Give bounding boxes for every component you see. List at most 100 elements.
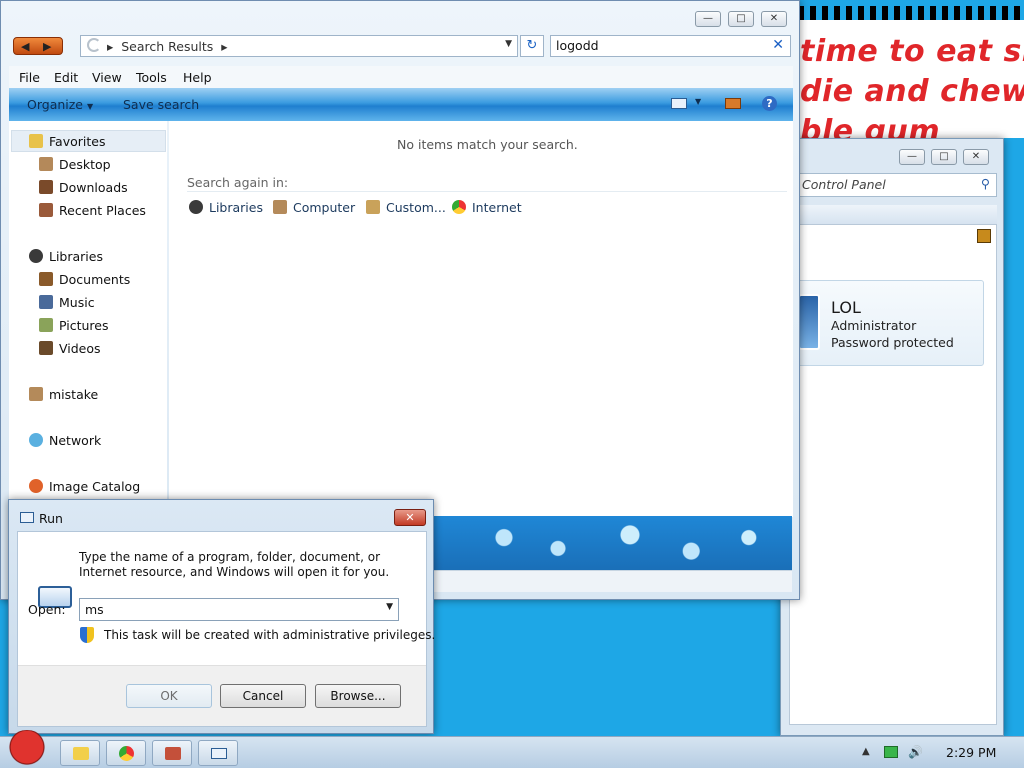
close-button[interactable]: ✕ — [761, 11, 787, 27]
breadcrumb-search-results[interactable]: Search Results — [121, 39, 213, 54]
nav-item-downloads[interactable]: Downloads — [39, 180, 128, 195]
close-button[interactable]: ✕ — [394, 509, 426, 526]
organize-label: Organize — [27, 97, 83, 112]
run-dialog-title: Run — [39, 511, 63, 526]
network-icon — [29, 433, 43, 447]
search-again-custom-label: Custom... — [386, 200, 446, 215]
no-items-message: No items match your search. — [397, 137, 578, 152]
maximize-button[interactable]: □ — [728, 11, 754, 27]
nav-label-videos: Videos — [59, 341, 101, 356]
start-button[interactable] — [4, 730, 50, 768]
folder-icon — [73, 747, 89, 760]
open-combobox[interactable]: ms ▼ — [79, 598, 399, 621]
nav-item-recent-places[interactable]: Recent Places — [39, 203, 146, 218]
minimize-button[interactable]: — — [695, 11, 721, 27]
taskbar-run-button[interactable] — [198, 740, 238, 766]
chevron-down-icon[interactable]: ▼ — [695, 97, 701, 106]
computer-icon — [273, 200, 287, 214]
admin-privileges-note: This task will be created with administr… — [104, 628, 436, 642]
nav-item-pictures[interactable]: Pictures — [39, 318, 109, 333]
nav-item-mistake[interactable]: mistake — [29, 387, 98, 402]
chevron-down-icon: ▼ — [86, 102, 94, 111]
search-again-libraries[interactable]: Libraries — [189, 200, 263, 215]
maximize-button[interactable]: □ — [931, 149, 957, 165]
address-bar[interactable]: ▸ Search Results ▸ ▼ — [80, 35, 518, 57]
nav-label-music: Music — [59, 295, 95, 310]
nav-item-desktop[interactable]: Desktop — [39, 157, 111, 172]
user-role: Administrator — [831, 318, 917, 333]
chrome-icon — [452, 200, 466, 214]
nav-item-network[interactable]: Network — [29, 433, 101, 448]
nav-label-mistake: mistake — [49, 387, 99, 402]
minimize-button[interactable]: — — [899, 149, 925, 165]
search-again-computer[interactable]: Computer — [273, 200, 355, 215]
taskbar-chrome-button[interactable] — [106, 740, 146, 766]
open-input-value[interactable]: ms — [85, 602, 104, 617]
volume-icon[interactable]: 🔊 — [908, 745, 923, 759]
menu-edit[interactable]: Edit — [54, 70, 78, 85]
forward-arrow-icon[interactable]: ▶ — [43, 40, 51, 53]
clock[interactable]: 2:29 PM — [946, 745, 996, 760]
image-catalog-icon — [29, 479, 43, 493]
cancel-button[interactable]: Cancel — [220, 684, 306, 708]
pictures-icon — [39, 318, 53, 332]
nav-item-documents[interactable]: Documents — [39, 272, 130, 287]
menu-file[interactable]: File — [19, 70, 40, 85]
nav-label-desktop: Desktop — [59, 157, 111, 172]
nav-label-favorites: Favorites — [49, 134, 106, 149]
help-icon[interactable]: ? — [762, 96, 777, 111]
breadcrumb[interactable]: ▸ Search Results ▸ — [107, 39, 228, 54]
run-icon — [211, 748, 227, 759]
nav-label-image-catalog: Image Catalog — [49, 479, 141, 494]
run-description: Type the name of a program, folder, docu… — [79, 550, 390, 579]
chevron-down-icon[interactable]: ▼ — [505, 39, 512, 49]
homegroup-icon — [29, 387, 43, 401]
user-password-status: Password protected — [831, 335, 954, 350]
close-icon[interactable]: ✕ — [772, 37, 784, 53]
preview-pane-icon[interactable] — [725, 98, 741, 109]
control-panel-search-placeholder: Control Panel — [802, 177, 886, 192]
custom-folder-icon — [366, 200, 380, 214]
taskbar-app-button[interactable] — [152, 740, 192, 766]
search-again-internet[interactable]: Internet — [452, 200, 522, 215]
organize-button[interactable]: Organize ▼ — [27, 97, 93, 112]
save-search-button[interactable]: Save search — [123, 97, 199, 112]
chevron-down-icon[interactable]: ▼ — [386, 602, 393, 612]
taskbar-explorer-button[interactable] — [60, 740, 100, 766]
back-arrow-icon[interactable]: ◀ — [21, 40, 29, 53]
run-icon — [20, 512, 34, 523]
control-panel-search-input[interactable]: Control Panel ⚲ — [789, 173, 997, 197]
menu-view[interactable]: View — [92, 70, 122, 85]
nav-label-recent-places: Recent Places — [59, 203, 146, 218]
menu-help[interactable]: Help — [183, 70, 212, 85]
search-icon[interactable]: ⚲ — [981, 176, 990, 191]
view-options-icon[interactable] — [671, 98, 687, 109]
status-bar — [432, 570, 792, 592]
back-forward-buttons[interactable]: ◀ ▶ — [13, 37, 63, 55]
search-again-internet-label: Internet — [472, 200, 522, 215]
command-bar: Organize ▼ Save search ▼ — [9, 88, 793, 121]
search-again-label: Search again in: — [187, 175, 289, 190]
help-icon[interactable] — [977, 229, 991, 243]
refresh-icon[interactable]: ↻ — [520, 35, 544, 57]
battery-icon[interactable] — [884, 746, 898, 758]
nav-item-libraries[interactable]: Libraries — [29, 249, 103, 264]
control-panel-toolbar — [789, 205, 997, 225]
details-pane-background — [432, 516, 792, 570]
control-panel-window[interactable]: — □ ✕ Control Panel ⚲ — [780, 138, 1004, 736]
nav-item-videos[interactable]: Videos — [39, 341, 101, 356]
nav-label-pictures: Pictures — [59, 318, 109, 333]
nav-item-image-catalog[interactable]: Image Catalog — [29, 479, 140, 494]
nav-item-music[interactable]: Music — [39, 295, 95, 310]
search-input[interactable]: logodd ✕ — [550, 35, 791, 57]
browse-button[interactable]: Browse... — [315, 684, 401, 708]
nav-item-favorites[interactable]: Favorites — [29, 134, 105, 149]
menu-bar: File Edit View Tools Help — [9, 66, 793, 88]
music-icon — [39, 295, 53, 309]
show-hidden-icons[interactable]: ▲ — [862, 746, 870, 757]
menu-tools[interactable]: Tools — [136, 70, 167, 85]
libraries-icon — [189, 200, 203, 214]
search-again-custom[interactable]: Custom... — [366, 200, 446, 215]
ok-button[interactable]: OK — [126, 684, 212, 708]
close-button[interactable]: ✕ — [963, 149, 989, 165]
